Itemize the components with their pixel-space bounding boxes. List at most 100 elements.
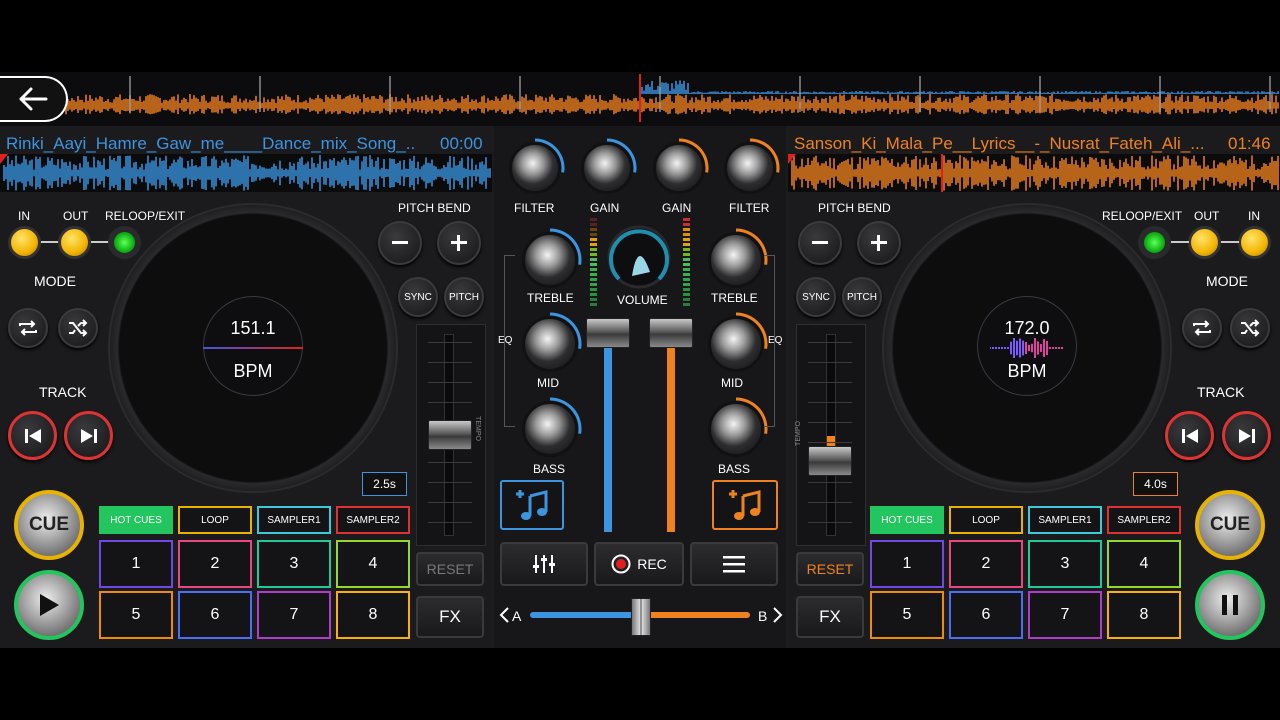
right-tempo-handle[interactable] [808, 446, 852, 476]
left-repeat-button[interactable] [8, 308, 48, 348]
right-track-waveform[interactable] [788, 154, 1280, 192]
right-loop-out-button[interactable] [1188, 226, 1221, 259]
right-fx-button[interactable]: FX [796, 596, 864, 638]
pad-8[interactable]: 8 [1107, 591, 1181, 639]
right-sync-button[interactable]: SYNC [796, 277, 836, 317]
left-shuffle-button[interactable] [58, 308, 98, 348]
pad-tab-loop[interactable]: LOOP [949, 506, 1023, 534]
right-treble-knob[interactable] [704, 228, 768, 292]
left-pitch-bend-label: PITCH BEND [398, 201, 471, 215]
right-bass-knob[interactable] [704, 397, 768, 461]
master-volume-knob[interactable] [604, 224, 674, 290]
pad-3[interactable]: 3 [1028, 540, 1102, 588]
right-previous-track-button[interactable] [1165, 411, 1214, 460]
menu-button[interactable] [690, 542, 778, 586]
left-pitch-bend-minus-button[interactable] [378, 221, 422, 265]
right-reloop-button[interactable] [1138, 226, 1171, 259]
right-pause-button[interactable] [1195, 570, 1265, 640]
vu-segment [683, 228, 690, 231]
chevron-left-icon[interactable] [498, 606, 512, 624]
left-track-title: Rinki_Aayi_Hamre_Gaw_me____Dance_mix_Son… [6, 134, 416, 153]
right-volume-fader-handle[interactable] [649, 318, 693, 348]
chevron-right-icon[interactable] [770, 606, 784, 624]
pad-6[interactable]: 6 [949, 591, 1023, 639]
pad-4[interactable]: 4 [1107, 540, 1181, 588]
record-button[interactable]: REC [594, 542, 684, 586]
left-bass-knob[interactable] [518, 397, 582, 461]
left-filter-knob[interactable] [505, 138, 565, 198]
right-reset-button[interactable]: RESET [796, 552, 864, 586]
plus-icon [871, 235, 887, 251]
right-gain-knob[interactable] [649, 138, 709, 198]
left-loop-in-button[interactable] [8, 226, 41, 259]
pad-tab-sampler2[interactable]: SAMPLER2 [1107, 506, 1181, 534]
right-next-track-button[interactable] [1222, 411, 1271, 460]
pad-3[interactable]: 3 [257, 540, 331, 588]
left-pitch-bend-plus-button[interactable] [437, 221, 481, 265]
left-reloop-button[interactable] [108, 226, 141, 259]
right-shuffle-button[interactable] [1230, 308, 1270, 348]
right-mid-knob[interactable] [704, 312, 768, 376]
crossfader-handle[interactable] [631, 598, 651, 636]
next-track-icon [1238, 428, 1255, 443]
left-track-waveform[interactable] [0, 154, 492, 192]
overview-waveform[interactable] [0, 72, 1280, 126]
left-mid-knob[interactable] [518, 312, 582, 376]
left-filter-label: FILTER [514, 201, 555, 215]
pad-1[interactable]: 1 [99, 540, 173, 588]
left-sync-button[interactable]: SYNC [398, 277, 438, 317]
pad-1[interactable]: 1 [870, 540, 944, 588]
right-bpm-value-wrap: 172.0 [977, 318, 1077, 339]
back-button[interactable] [0, 76, 68, 122]
pad-2[interactable]: 2 [178, 540, 252, 588]
vu-segment [683, 283, 690, 286]
left-previous-track-button[interactable] [8, 411, 57, 460]
left-fx-button[interactable]: FX [416, 596, 484, 638]
pad-tab-loop[interactable]: LOOP [178, 506, 252, 534]
pad-8[interactable]: 8 [336, 591, 410, 639]
pad-tab-hot-cues[interactable]: HOT CUES [99, 506, 173, 534]
right-filter-knob[interactable] [720, 138, 780, 198]
left-reset-button[interactable]: RESET [416, 552, 484, 586]
left-loop-length[interactable]: 2.5s [362, 472, 407, 496]
left-play-button[interactable] [14, 570, 84, 640]
pad-4[interactable]: 4 [336, 540, 410, 588]
right-add-music-button[interactable] [712, 480, 778, 530]
right-repeat-button[interactable] [1182, 308, 1222, 348]
left-filter-knob-cap [509, 142, 561, 194]
left-cue-button[interactable]: CUE [14, 490, 84, 560]
left-gain-knob[interactable] [577, 138, 637, 198]
minus-icon [392, 241, 408, 244]
pad-tab-sampler1[interactable]: SAMPLER1 [257, 506, 331, 534]
pad-6[interactable]: 6 [178, 591, 252, 639]
vu-segment [683, 288, 690, 291]
pad-5[interactable]: 5 [870, 591, 944, 639]
pad-5[interactable]: 5 [99, 591, 173, 639]
record-label: REC [637, 556, 667, 572]
pad-tab-sampler2[interactable]: SAMPLER2 [336, 506, 410, 534]
left-gain-label: GAIN [590, 201, 620, 215]
pad-tab-sampler1[interactable]: SAMPLER1 [1028, 506, 1102, 534]
left-treble-knob[interactable] [518, 228, 582, 292]
left-add-music-button[interactable] [500, 480, 564, 530]
right-cue-button[interactable]: CUE [1195, 490, 1265, 560]
equalizer-button[interactable] [500, 542, 588, 586]
left-pitch-button[interactable]: PITCH [444, 277, 484, 317]
left-bpm-value: 151.1 [230, 318, 276, 338]
right-loop-length[interactable]: 4.0s [1133, 472, 1178, 496]
right-pitch-bend-plus-button[interactable] [857, 221, 901, 265]
left-loop-out-button[interactable] [58, 226, 91, 259]
pad-7[interactable]: 7 [1028, 591, 1102, 639]
left-tempo-handle[interactable] [428, 420, 472, 450]
left-next-track-button[interactable] [64, 411, 113, 460]
right-pitch-button[interactable]: PITCH [842, 277, 882, 317]
left-volume-fader-handle[interactable] [586, 318, 630, 348]
vu-segment [590, 223, 597, 226]
tempo-tick [808, 502, 852, 503]
pad-2[interactable]: 2 [949, 540, 1023, 588]
pad-7[interactable]: 7 [257, 591, 331, 639]
vu-segment [683, 293, 690, 296]
pad-tab-hot-cues[interactable]: HOT CUES [870, 506, 944, 534]
right-loop-in-button[interactable] [1238, 226, 1271, 259]
right-pitch-bend-minus-button[interactable] [798, 221, 842, 265]
